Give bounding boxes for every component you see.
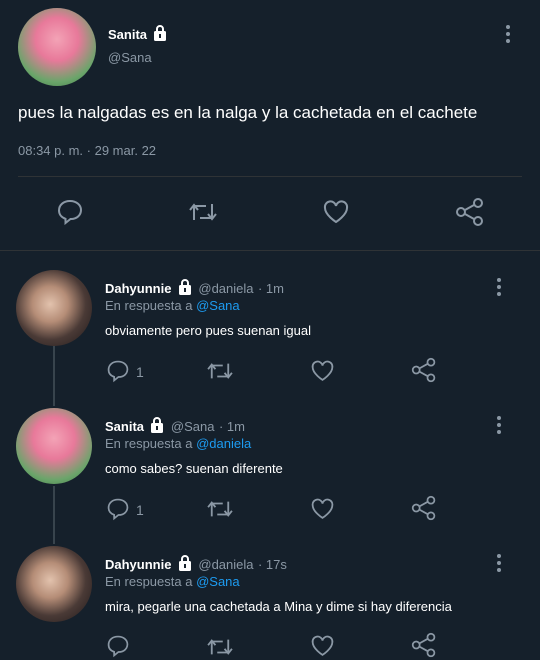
author-handle[interactable]: @Sana — [108, 50, 152, 65]
reply-age: · 1m — [218, 419, 245, 434]
avatar[interactable] — [18, 8, 96, 86]
lock-icon — [176, 554, 194, 572]
reply-icon[interactable] — [106, 359, 130, 383]
tweet-date[interactable]: · 29 mar. 22 — [87, 143, 156, 158]
reply-text: obviamente pero pues suenan igual — [105, 323, 311, 338]
reply-context: En respuesta a @daniela — [105, 436, 251, 451]
lock-icon — [151, 24, 169, 42]
tweet-timestamp: 08:34 p. m. · 29 mar. 22 — [18, 143, 156, 158]
reply-header: Dahyunnie @daniela · 1m — [105, 278, 284, 298]
reply-count: 1 — [136, 364, 144, 380]
share-icon[interactable] — [411, 495, 437, 521]
divider — [18, 176, 522, 177]
share-icon[interactable] — [455, 197, 485, 227]
divider — [0, 250, 540, 251]
reply-prefix: En respuesta a — [105, 298, 193, 313]
reply-prefix: En respuesta a — [105, 574, 193, 589]
reply-context: En respuesta a @Sana — [105, 298, 240, 313]
like-icon[interactable] — [310, 359, 335, 383]
reply-header: Sanita @Sana · 1m — [105, 416, 245, 436]
reply-to-link[interactable]: @Sana — [196, 574, 240, 589]
reply-prefix: En respuesta a — [105, 436, 193, 451]
thread-line — [53, 346, 55, 406]
reply-to-link[interactable]: @daniela — [196, 436, 251, 451]
author-name[interactable]: Sanita — [105, 419, 144, 434]
reply-header: Dahyunnie @daniela · 17s — [105, 554, 287, 574]
more-icon[interactable] — [506, 25, 510, 46]
retweet-icon[interactable] — [206, 498, 234, 520]
reply-context: En respuesta a @Sana — [105, 574, 240, 589]
author-handle[interactable]: @Sana — [171, 419, 215, 434]
reply-count: 1 — [136, 502, 144, 518]
retweet-icon[interactable] — [206, 636, 234, 658]
tweet-time[interactable]: 08:34 p. m. — [18, 143, 83, 158]
like-icon[interactable] — [322, 199, 350, 225]
avatar[interactable] — [16, 546, 92, 622]
avatar[interactable] — [16, 408, 92, 484]
lock-icon — [148, 416, 166, 434]
more-icon[interactable] — [497, 278, 501, 299]
author-name[interactable]: Dahyunnie — [105, 557, 171, 572]
author-name[interactable]: Dahyunnie — [105, 281, 171, 296]
reply-icon[interactable] — [56, 199, 84, 225]
reply-icon[interactable] — [106, 634, 130, 658]
reply-age: · 17s — [257, 557, 287, 572]
author-handle[interactable]: @daniela — [198, 281, 253, 296]
share-icon[interactable] — [411, 632, 437, 658]
main-author: Sanita — [108, 24, 169, 44]
reply-text: como sabes? suenan diferente — [105, 461, 283, 476]
avatar[interactable] — [16, 270, 92, 346]
reply-icon[interactable] — [106, 497, 130, 521]
retweet-icon[interactable] — [188, 200, 218, 224]
thread-line — [53, 486, 55, 544]
author-handle[interactable]: @daniela — [198, 557, 253, 572]
share-icon[interactable] — [411, 357, 437, 383]
tweet-text: pues la nalgadas es en la nalga y la cac… — [18, 103, 478, 122]
like-icon[interactable] — [310, 634, 335, 658]
reply-to-link[interactable]: @Sana — [196, 298, 240, 313]
retweet-icon[interactable] — [206, 360, 234, 382]
reply-text: mira, pegarle una cachetada a Mina y dim… — [105, 599, 452, 614]
author-name[interactable]: Sanita — [108, 27, 147, 42]
reply-age: · 1m — [257, 281, 284, 296]
lock-icon — [176, 278, 194, 296]
more-icon[interactable] — [497, 416, 501, 437]
like-icon[interactable] — [310, 497, 335, 521]
more-icon[interactable] — [497, 554, 501, 575]
